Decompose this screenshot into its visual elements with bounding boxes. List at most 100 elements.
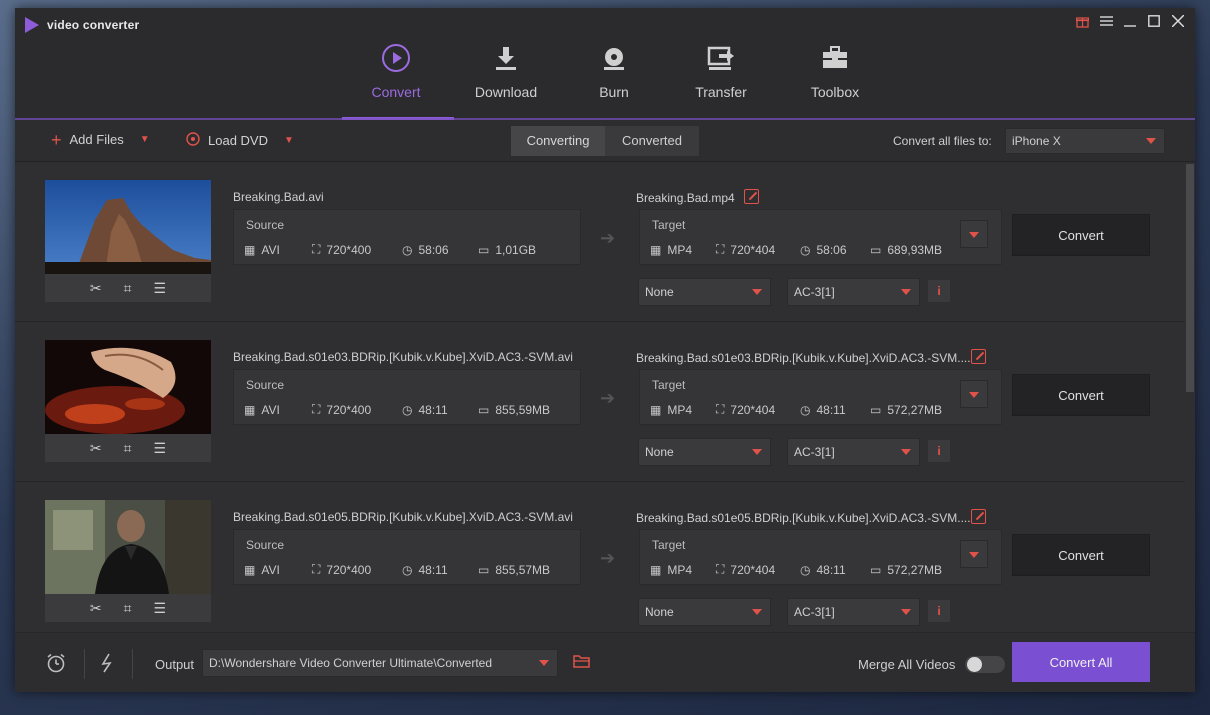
list-item: ✂ ⌗ ☰ Breaking.Bad.s01e03.BDRip.[Kubik.v… (15, 322, 1185, 482)
thumbnail-toolbar: ✂ ⌗ ☰ (45, 434, 211, 462)
format-item: ▦ AVI (244, 402, 312, 417)
source-size: 1,01GB (495, 242, 537, 257)
convert-button[interactable]: Convert (1012, 374, 1150, 416)
scrollbar-thumb[interactable] (1186, 164, 1194, 392)
clock-icon: ◷ (402, 402, 413, 417)
minimize-icon[interactable] (1121, 12, 1139, 30)
target-file-name: Breaking.Bad.s01e03.BDRip.[Kubik.v.Kube]… (636, 351, 971, 365)
open-folder-icon[interactable] (573, 653, 591, 674)
subtitle-select[interactable]: None (638, 438, 771, 466)
merge-videos-toggle[interactable] (965, 656, 1005, 673)
thumbnail-toolbar: ✂ ⌗ ☰ (45, 594, 211, 622)
source-file-name: Breaking.Bad.avi (233, 190, 324, 204)
nav-toolbox[interactable]: Toolbox (780, 38, 890, 120)
info-icon[interactable]: i (928, 600, 950, 622)
video-thumbnail[interactable] (45, 180, 211, 274)
edit-name-icon[interactable] (744, 189, 759, 204)
edit-name-icon[interactable] (971, 509, 986, 524)
size-item: ▭ 689,93MB (870, 242, 942, 257)
target-settings-dropdown[interactable] (960, 380, 988, 408)
convert-all-button[interactable]: Convert All (1012, 642, 1150, 682)
chevron-down-icon[interactable]: ▼ (284, 135, 294, 146)
target-settings-dropdown[interactable] (960, 220, 988, 248)
convert-button[interactable]: Convert (1012, 214, 1150, 256)
list-item: ✂ ⌗ ☰ Breaking.Bad.avi Source ▦ AVI ⛶ 720*… (15, 162, 1185, 322)
target-info-box: Target ▦ MP4 ⛶ 720*404 ◷ 48:11 ▭ 572,27MB (639, 369, 1002, 425)
nav-convert[interactable]: Convert (341, 38, 451, 120)
effects-sliders-icon[interactable]: ☰ (154, 600, 167, 617)
format-item: ▦ MP4 (650, 402, 716, 417)
convert-button[interactable]: Convert (1012, 534, 1150, 576)
video-thumbnail[interactable] (45, 500, 211, 594)
target-format: MP4 (667, 402, 693, 417)
audio-value: AC-3[1] (794, 605, 835, 619)
convert-all-format-value: iPhone X (1012, 134, 1061, 148)
resolution-icon: ⛶ (312, 562, 321, 576)
audio-select[interactable]: AC-3[1] (787, 278, 920, 306)
edit-name-icon[interactable] (971, 349, 986, 364)
audio-select[interactable]: AC-3[1] (787, 598, 920, 626)
toolbox-icon (780, 38, 890, 78)
crop-icon[interactable]: ⌗ (124, 440, 132, 457)
lightning-icon[interactable] (100, 653, 114, 678)
nav-download[interactable]: Download (451, 38, 561, 120)
crop-icon[interactable]: ⌗ (124, 280, 132, 297)
audio-select[interactable]: AC-3[1] (787, 438, 920, 466)
target-title: Target (652, 538, 686, 552)
list-scrollbar[interactable] (1185, 162, 1195, 632)
audio-value: AC-3[1] (794, 285, 835, 299)
resolution-item: ⛶ 720*404 (716, 402, 800, 417)
convert-arrow-icon: ➔ (600, 548, 616, 568)
output-path-select[interactable]: D:\Wondershare Video Converter Ultimate\… (202, 649, 558, 677)
video-thumbnail[interactable] (45, 340, 211, 434)
subtitle-value: None (645, 445, 674, 459)
convert-all-to-label: Convert all files to: (893, 134, 992, 148)
gift-icon[interactable] (1073, 12, 1091, 30)
subtitle-select[interactable]: None (638, 278, 771, 306)
duration-item: ◷ 58:06 (800, 242, 870, 257)
film-icon: ▦ (650, 242, 662, 257)
duration-item: ◷ 48:11 (402, 402, 478, 417)
menu-icon[interactable] (1097, 12, 1115, 30)
chevron-down-icon[interactable]: ▼ (140, 134, 150, 145)
clock-icon: ◷ (800, 242, 811, 257)
target-size: 572,27MB (887, 402, 943, 417)
target-settings-dropdown[interactable] (960, 540, 988, 568)
convert-all-format-select[interactable]: iPhone X (1005, 128, 1165, 154)
load-dvd-button[interactable]: Load DVD ▼ (186, 132, 294, 149)
effects-sliders-icon[interactable]: ☰ (154, 440, 167, 457)
subtitle-select[interactable]: None (638, 598, 771, 626)
maximize-icon[interactable] (1145, 12, 1163, 30)
resolution-icon: ⛶ (716, 402, 725, 416)
source-title: Source (246, 218, 285, 232)
tab-converting[interactable]: Converting (511, 126, 605, 156)
info-icon[interactable]: i (928, 440, 950, 462)
format-item: ▦ AVI (244, 242, 312, 257)
crop-icon[interactable]: ⌗ (124, 600, 132, 617)
format-item: ▦ AVI (244, 562, 312, 577)
nav-transfer[interactable]: Transfer (666, 38, 776, 120)
add-files-button[interactable]: + Add Files ▼ (51, 131, 150, 149)
source-duration: 48:11 (418, 402, 448, 417)
toolbar: + Add Files ▼ Load DVD ▼ Converting Conv… (15, 120, 1195, 162)
source-resolution: 720*400 (326, 402, 372, 417)
clock-icon: ◷ (800, 402, 811, 417)
alarm-clock-icon[interactable] (46, 653, 66, 678)
effects-sliders-icon[interactable]: ☰ (154, 280, 167, 297)
size-item: ▭ 855,57MB (478, 562, 550, 577)
close-icon[interactable] (1169, 12, 1187, 30)
main-nav: Convert Download Burn Transfer Toolbox (15, 38, 1195, 120)
trim-scissors-icon[interactable]: ✂ (90, 280, 102, 297)
top-bar: video converter Convert Download Burn Tr… (15, 8, 1195, 120)
info-icon[interactable]: i (928, 280, 950, 302)
size-item: ▭ 572,27MB (870, 402, 942, 417)
load-dvd-label: Load DVD (208, 133, 268, 148)
chevron-down-icon (1146, 138, 1156, 144)
clock-icon: ◷ (800, 562, 811, 577)
trim-scissors-icon[interactable]: ✂ (90, 600, 102, 617)
target-format: MP4 (667, 242, 693, 257)
trim-scissors-icon[interactable]: ✂ (90, 440, 102, 457)
nav-burn[interactable]: Burn (559, 38, 669, 120)
tab-converted[interactable]: Converted (605, 126, 699, 156)
chevron-down-icon (901, 449, 911, 455)
